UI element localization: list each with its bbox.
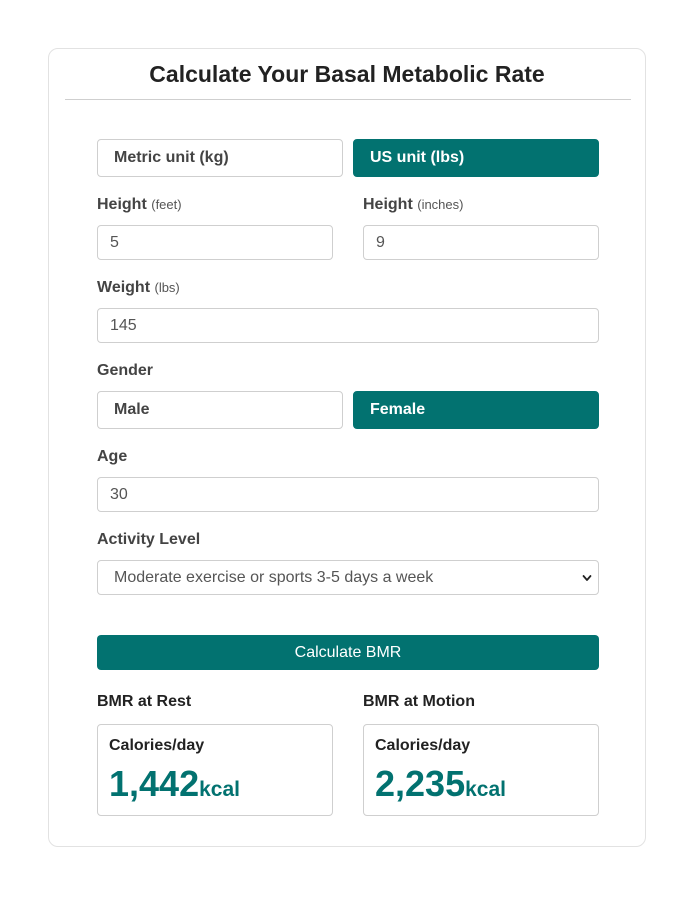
weight-label-text: Weight <box>97 279 151 296</box>
bmr-rest-value-wrap: 1,442kcal <box>109 763 240 805</box>
activity-level-label: Activity Level <box>97 531 201 548</box>
age-input[interactable]: 30 <box>97 477 599 512</box>
bmr-motion-value: 2,235 <box>375 763 466 804</box>
bmr-motion-caption: Calories/day <box>375 737 471 754</box>
bmr-rest-value: 1,442 <box>109 763 200 804</box>
bmr-motion-result: Calories/day 2,235kcal <box>363 724 599 816</box>
height-feet-input[interactable]: 5 <box>97 225 333 260</box>
us-unit-button[interactable]: US unit (lbs) <box>353 139 599 177</box>
height-inches-input[interactable]: 9 <box>363 225 599 260</box>
bmr-rest-heading: BMR at Rest <box>97 693 192 710</box>
bmr-motion-value-wrap: 2,235kcal <box>375 763 506 805</box>
bmr-motion-unit: kcal <box>465 778 506 801</box>
activity-level-selected: Moderate exercise or sports 3-5 days a w… <box>114 569 434 586</box>
height-inches-label-text: Height <box>363 196 413 213</box>
activity-level-select[interactable]: Moderate exercise or sports 3-5 days a w… <box>97 560 599 595</box>
bmr-calculator-card: Calculate Your Basal Metabolic Rate Metr… <box>48 48 646 847</box>
metric-unit-button[interactable]: Metric unit (kg) <box>97 139 343 177</box>
height-feet-label-text: Height <box>97 196 147 213</box>
weight-input[interactable]: 145 <box>97 308 599 343</box>
calculate-bmr-button[interactable]: Calculate BMR <box>97 635 599 670</box>
gender-label: Gender <box>97 362 154 379</box>
chevron-down-icon <box>582 575 592 581</box>
gender-female-button[interactable]: Female <box>353 391 599 429</box>
bmr-rest-result: Calories/day 1,442kcal <box>97 724 333 816</box>
weight-label: Weight (lbs) <box>97 279 180 297</box>
age-label: Age <box>97 448 128 465</box>
bmr-rest-unit: kcal <box>199 778 240 801</box>
bmr-motion-heading: BMR at Motion <box>363 693 475 710</box>
height-inches-unit: (inches) <box>417 197 464 212</box>
height-feet-label: Height (feet) <box>97 196 182 214</box>
bmr-rest-caption: Calories/day <box>109 737 205 754</box>
weight-unit: (lbs) <box>154 280 180 295</box>
gender-male-button[interactable]: Male <box>97 391 343 429</box>
page-title: Calculate Your Basal Metabolic Rate <box>149 61 545 87</box>
height-feet-unit: (feet) <box>151 197 182 212</box>
height-inches-label: Height (inches) <box>363 196 463 214</box>
title-divider <box>65 99 631 100</box>
